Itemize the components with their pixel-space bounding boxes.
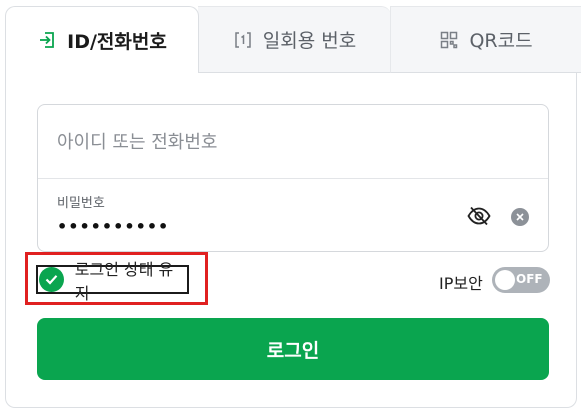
password-input[interactable]: •••••••••• — [57, 217, 169, 236]
clear-password-icon[interactable] — [511, 208, 529, 226]
credentials-box: 비밀번호 •••••••••• — [37, 104, 549, 252]
id-phone-input[interactable] — [57, 123, 527, 161]
keep-login-checkbox[interactable]: 로그인 상태 유지 — [36, 260, 189, 303]
ip-security-toggle[interactable]: OFF — [492, 267, 550, 293]
login-button[interactable]: 로그인 — [37, 318, 549, 380]
tab-one-time-number-label: 일회용 번호 — [262, 30, 357, 52]
keep-login-label: 로그인 상태 유지 — [74, 259, 174, 303]
tab-id-phone-label: ID/전화번호 — [67, 30, 167, 53]
login-enter-icon — [37, 30, 57, 50]
tab-qr-code-label: QR코드 — [469, 30, 533, 52]
toggle-state-label: OFF — [516, 272, 543, 286]
ip-security-label: IP보안 — [439, 274, 483, 293]
tab-qr-code[interactable]: QR코드 — [390, 6, 581, 73]
login-method-tabs: ID/전화번호 일회용 번호 QR코드 — [5, 6, 581, 73]
id-row — [38, 105, 548, 179]
hide-password-icon[interactable] — [466, 205, 492, 227]
tab-id-phone[interactable]: ID/전화번호 — [5, 6, 199, 73]
password-label: 비밀번호 — [57, 196, 105, 211]
checkmark-icon — [39, 267, 64, 292]
password-row[interactable]: 비밀번호 •••••••••• — [38, 179, 548, 253]
tab-one-time-number[interactable]: 일회용 번호 — [198, 6, 391, 73]
qr-code-icon — [439, 30, 459, 50]
one-time-number-icon — [233, 30, 253, 50]
toggle-knob — [495, 270, 515, 290]
